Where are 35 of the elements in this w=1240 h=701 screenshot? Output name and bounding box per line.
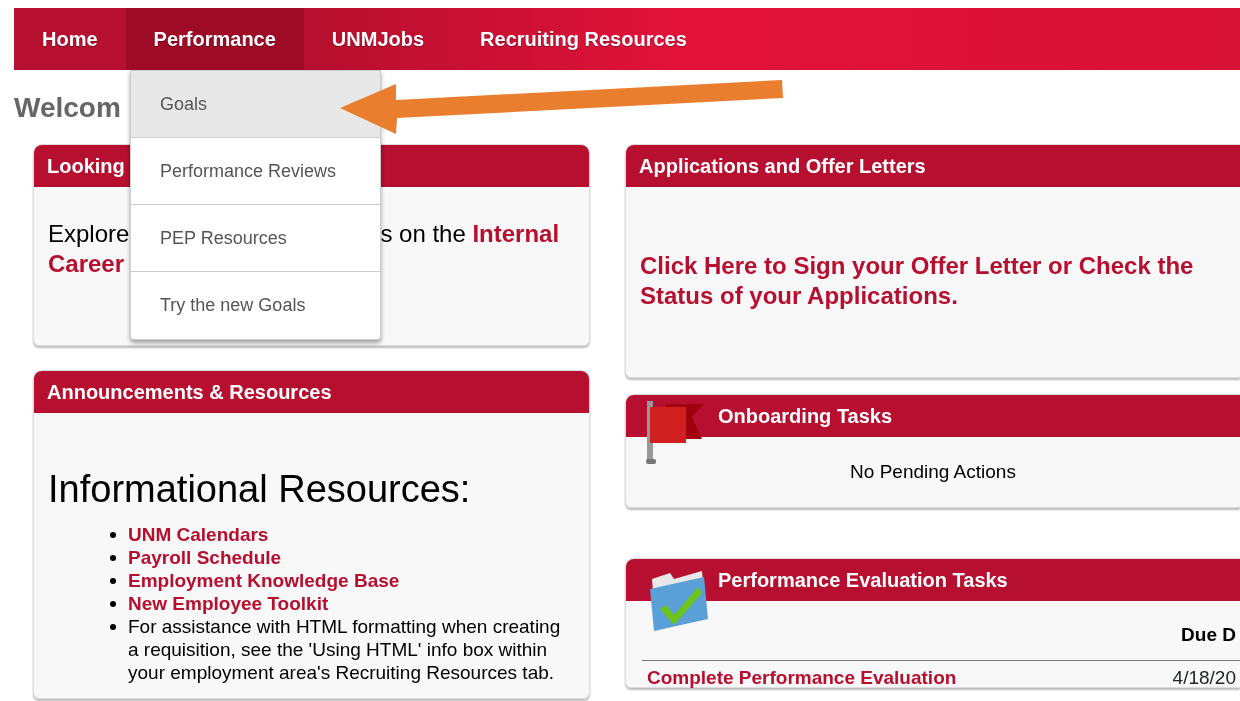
internal-link[interactable]: Internal bbox=[472, 219, 560, 249]
welcome-heading: Welcom bbox=[14, 92, 121, 124]
due-date: 4/18/20 bbox=[1172, 666, 1236, 689]
resource-note: For assistance with HTML formatting when creating a requisition, see the 'Using HTML' info box within your employment area's Recruiting Resources tab. bbox=[128, 615, 562, 684]
empty-message: No Pending Actions bbox=[850, 459, 1016, 484]
card-header: Performance Evaluation Tasks bbox=[626, 559, 1240, 601]
section-heading: Informational Resources: bbox=[48, 467, 472, 511]
card-header: Onboarding Tasks bbox=[626, 395, 1240, 437]
menu-item[interactable]: Performance Reviews bbox=[131, 138, 380, 205]
nav-tab[interactable]: Home bbox=[14, 8, 126, 70]
career-link[interactable]: Career bbox=[48, 250, 125, 277]
menu-item[interactable]: PEP Resources bbox=[131, 205, 380, 272]
folder-check-icon bbox=[648, 569, 710, 633]
bullet-icon bbox=[110, 555, 116, 561]
body-text: s on the bbox=[380, 219, 466, 249]
task-link[interactable]: Complete Performance Evaluation bbox=[647, 666, 957, 689]
nav-tab[interactable]: UNMJobs bbox=[303, 8, 453, 70]
column-header: Due D bbox=[1180, 623, 1237, 647]
bullet-icon bbox=[110, 624, 116, 630]
resource-link[interactable]: Employment Knowledge Base bbox=[128, 569, 400, 592]
flag-icon bbox=[644, 399, 706, 465]
menu-item[interactable]: Try the new Goals bbox=[131, 272, 380, 339]
card-header: Announcements & Resources bbox=[34, 371, 589, 413]
bullet-icon bbox=[110, 601, 116, 607]
nav-tab[interactable]: Recruiting Resources bbox=[452, 8, 715, 70]
menu-item[interactable]: Goals bbox=[131, 71, 380, 138]
offer-letter-link[interactable]: Click Here to Sign your Offer Letter or Check the Status of your Applications. bbox=[640, 251, 1240, 311]
resource-link[interactable]: New Employee Toolkit bbox=[128, 592, 329, 615]
bullet-icon bbox=[110, 532, 116, 538]
resource-link[interactable]: Payroll Schedule bbox=[128, 546, 282, 569]
body-text: Explore bbox=[48, 219, 130, 249]
card-header: Applications and Offer Letters bbox=[626, 145, 1240, 187]
nav-tab[interactable]: Performance bbox=[125, 8, 304, 70]
resource-link[interactable]: UNM Calendars bbox=[128, 523, 269, 546]
bullet-icon bbox=[110, 578, 116, 584]
